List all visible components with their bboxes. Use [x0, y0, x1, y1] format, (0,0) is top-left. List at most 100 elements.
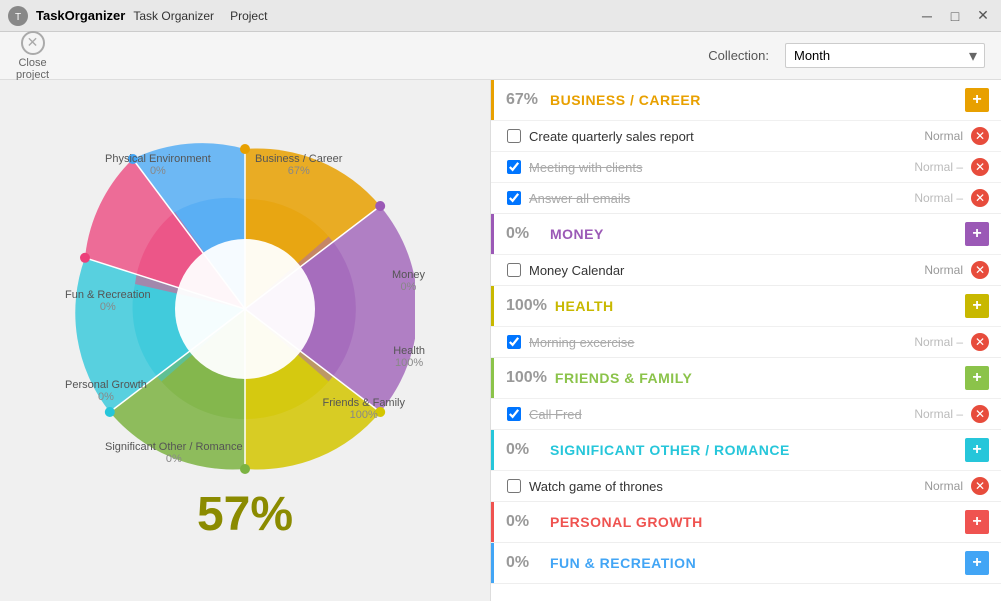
category-header-business: 67% BUSINESS / CAREER + [491, 80, 1001, 120]
label-friends: Friends & Family100% [322, 397, 405, 421]
category-name-money: MONEY [550, 226, 957, 242]
task-checkbox[interactable] [507, 479, 521, 493]
add-task-business-button[interactable]: + [965, 88, 989, 112]
task-name: Answer all emails [529, 191, 906, 206]
close-window-button[interactable]: ✕ [973, 6, 993, 26]
label-personal: Personal Growth0% [65, 379, 147, 403]
category-pct-fun: 0% [506, 554, 542, 572]
add-task-personal-button[interactable]: + [965, 510, 989, 534]
add-task-romance-button[interactable]: + [965, 438, 989, 462]
category-money: 0% MONEY + Money Calendar Normal ✕ [491, 214, 1001, 286]
task-name: Meeting with clients [529, 160, 906, 175]
task-row: Answer all emails Normal – ✕ [491, 182, 1001, 213]
app-title: TaskOrganizer [36, 8, 125, 23]
menu-bar: Task Organizer Project [133, 9, 267, 23]
toolbar: ✕ Closeproject Collection: Month Week Ye… [0, 32, 1001, 80]
window-controls: ─ □ ✕ [917, 6, 993, 26]
category-pct-business: 67% [506, 91, 542, 109]
task-name: Money Calendar [529, 263, 916, 278]
task-checkbox[interactable] [507, 129, 521, 143]
collection-select-wrapper: Month Week Year [785, 43, 985, 68]
menu-task-organizer[interactable]: Task Organizer [133, 9, 214, 23]
left-panel: Business / Career67% Money0% Health100% … [0, 80, 490, 601]
task-priority: Normal – [914, 335, 963, 349]
close-project-button[interactable]: ✕ Closeproject [16, 31, 49, 81]
category-name-friends: FRIENDS & FAMILY [555, 370, 957, 386]
task-delete-button[interactable]: ✕ [971, 261, 989, 279]
category-romance: 0% SIGNIFICANT OTHER / ROMANCE + Watch g… [491, 430, 1001, 502]
task-row: Meeting with clients Normal – ✕ [491, 151, 1001, 182]
task-checkbox[interactable] [507, 263, 521, 277]
category-personal: 0% PERSONAL GROWTH + [491, 502, 1001, 543]
category-name-business: BUSINESS / CAREER [550, 92, 957, 108]
close-project-label: Closeproject [16, 57, 49, 81]
category-health: 100% HEALTH + Morning excercise Normal –… [491, 286, 1001, 358]
category-pct-health: 100% [506, 297, 547, 315]
category-header-personal: 0% PERSONAL GROWTH + [491, 502, 1001, 542]
collection-select[interactable]: Month Week Year [785, 43, 985, 68]
task-priority: Normal [924, 129, 963, 143]
category-name-romance: SIGNIFICANT OTHER / ROMANCE [550, 442, 957, 458]
label-fun: Fun & Recreation0% [65, 289, 151, 313]
task-checkbox[interactable] [507, 191, 521, 205]
category-pct-friends: 100% [506, 369, 547, 387]
task-row: Watch game of thrones Normal ✕ [491, 470, 1001, 501]
right-panel[interactable]: 67% BUSINESS / CAREER + Create quarterly… [490, 80, 1001, 601]
wheel-container: Business / Career67% Money0% Health100% … [75, 139, 415, 479]
task-name: Morning excercise [529, 335, 906, 350]
category-pct-romance: 0% [506, 441, 542, 459]
title-bar: T TaskOrganizer Task Organizer Project ─… [0, 0, 1001, 32]
minimize-button[interactable]: ─ [917, 6, 937, 26]
svg-text:T: T [15, 12, 21, 23]
add-task-fun-button[interactable]: + [965, 551, 989, 575]
task-checkbox[interactable] [507, 407, 521, 421]
category-name-personal: PERSONAL GROWTH [550, 514, 957, 530]
add-task-friends-button[interactable]: + [965, 366, 989, 390]
category-fun: 0% FUN & RECREATION + [491, 543, 1001, 584]
maximize-button[interactable]: □ [945, 6, 965, 26]
label-romance: Significant Other / Romance0% [105, 441, 243, 465]
add-task-health-button[interactable]: + [965, 294, 989, 318]
task-priority: Normal [924, 263, 963, 277]
task-delete-button[interactable]: ✕ [971, 127, 989, 145]
task-name: Create quarterly sales report [529, 129, 916, 144]
label-business: Business / Career67% [255, 153, 342, 177]
task-checkbox[interactable] [507, 335, 521, 349]
task-priority: Normal [924, 479, 963, 493]
category-business: 67% BUSINESS / CAREER + Create quarterly… [491, 80, 1001, 214]
title-bar-left: T TaskOrganizer Task Organizer Project [8, 6, 267, 26]
category-header-health: 100% HEALTH + [491, 286, 1001, 326]
app-logo: T [8, 6, 28, 26]
task-row: Create quarterly sales report Normal ✕ [491, 120, 1001, 151]
category-pct-personal: 0% [506, 513, 542, 531]
task-delete-button[interactable]: ✕ [971, 189, 989, 207]
task-delete-button[interactable]: ✕ [971, 333, 989, 351]
category-name-health: HEALTH [555, 298, 957, 314]
label-health: Health100% [393, 345, 425, 369]
add-task-money-button[interactable]: + [965, 222, 989, 246]
category-name-fun: FUN & RECREATION [550, 555, 957, 571]
task-row: Morning excercise Normal – ✕ [491, 326, 1001, 357]
task-priority: Normal – [914, 160, 963, 174]
task-priority: Normal – [914, 407, 963, 421]
task-priority: Normal – [914, 191, 963, 205]
task-row: Money Calendar Normal ✕ [491, 254, 1001, 285]
category-pct-money: 0% [506, 225, 542, 243]
task-delete-button[interactable]: ✕ [971, 477, 989, 495]
category-header-fun: 0% FUN & RECREATION + [491, 543, 1001, 583]
task-delete-button[interactable]: ✕ [971, 158, 989, 176]
task-delete-button[interactable]: ✕ [971, 405, 989, 423]
close-icon: ✕ [21, 31, 45, 55]
category-header-romance: 0% SIGNIFICANT OTHER / ROMANCE + [491, 430, 1001, 470]
label-money: Money0% [392, 269, 425, 293]
task-name: Call Fred [529, 407, 906, 422]
label-physical: Physical Environment0% [105, 153, 211, 177]
task-checkbox[interactable] [507, 160, 521, 174]
task-name: Watch game of thrones [529, 479, 916, 494]
overall-percent: 57% [197, 487, 293, 542]
category-header-money: 0% MONEY + [491, 214, 1001, 254]
menu-project[interactable]: Project [230, 9, 267, 23]
category-header-friends: 100% FRIENDS & FAMILY + [491, 358, 1001, 398]
category-friends: 100% FRIENDS & FAMILY + Call Fred Normal… [491, 358, 1001, 430]
task-row: Call Fred Normal – ✕ [491, 398, 1001, 429]
